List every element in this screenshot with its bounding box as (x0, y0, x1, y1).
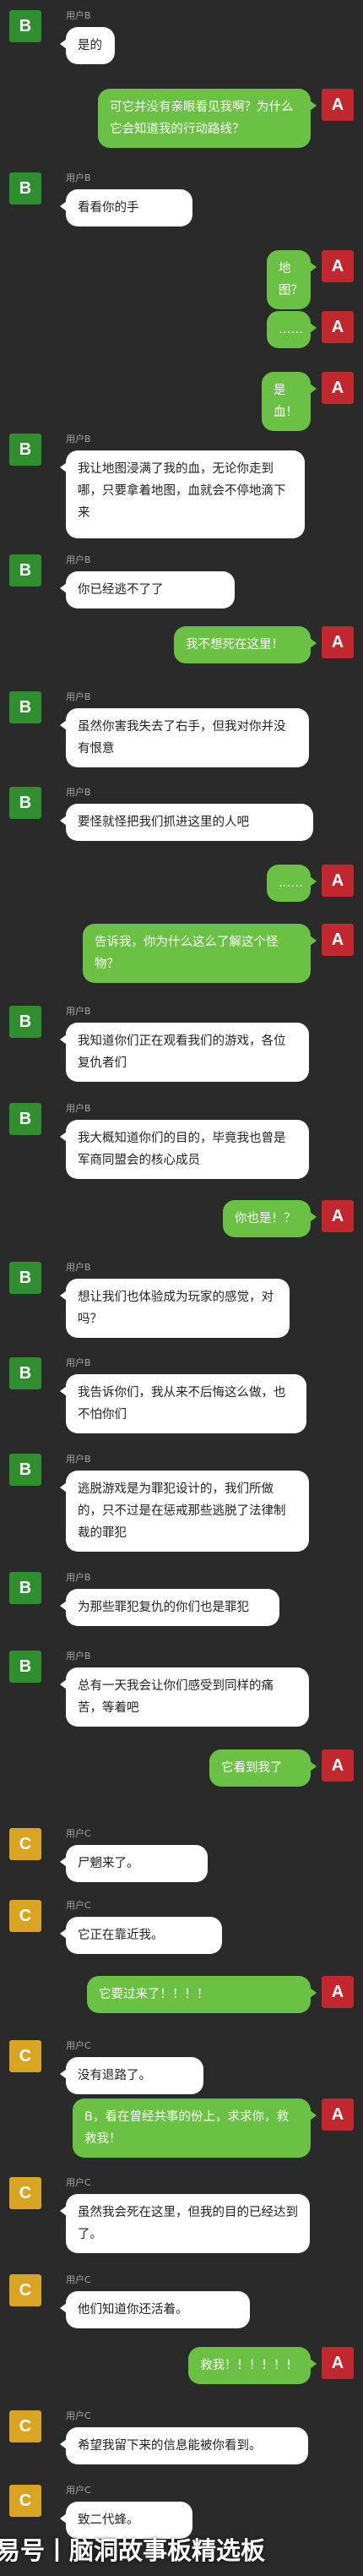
avatar[interactable]: A (322, 311, 354, 343)
sender-name: 用户C (66, 2274, 91, 2285)
avatar[interactable]: B (9, 1357, 41, 1389)
avatar[interactable]: C (9, 1828, 41, 1860)
avatar[interactable]: C (9, 2040, 41, 2072)
avatar[interactable]: B (9, 1651, 41, 1683)
avatar[interactable]: B (9, 434, 41, 466)
message-bubble: …… (267, 311, 317, 348)
sender-name: 用户B (66, 1262, 91, 1273)
avatar[interactable]: A (322, 865, 354, 897)
avatar[interactable]: A (322, 250, 354, 282)
sender-name: 用户B (66, 1006, 91, 1017)
message-bubble: 可它并没有亲眼看见我啊？为什么它会知道我的行动路线？ (98, 89, 317, 148)
message-bubble: B，看在曾经共事的份上，求求你，救救我！ (73, 2098, 317, 2158)
avatar[interactable]: B (9, 787, 41, 819)
message-bubble: 我大概知道你们的目的，毕竟我也曾是军商同盟会的核心成员 (60, 1120, 309, 1179)
message-bubble: 总有一天我会让你们感受到同样的痛苦，等着吧 (60, 1667, 309, 1727)
avatar[interactable]: B (9, 1006, 41, 1038)
avatar[interactable]: A (322, 1749, 354, 1782)
message-bubble: 是血！ (262, 372, 317, 431)
sender-name: 用户B (66, 10, 91, 21)
message-bubble: 是的 (60, 27, 115, 64)
sender-name: 用户C (66, 2410, 91, 2421)
message-bubble: 他们知道你还活着。 (60, 2291, 250, 2328)
avatar[interactable]: C (9, 2274, 41, 2306)
sender-name: 用户B (66, 1572, 91, 1583)
sender-name: 用户B (66, 1357, 91, 1368)
avatar[interactable]: C (9, 2410, 41, 2442)
message-bubble: 我不想死在这里！ (174, 626, 317, 663)
sender-name: 用户C (66, 2485, 91, 2496)
message-bubble: 看看你的手 (60, 189, 192, 226)
avatar[interactable]: A (322, 626, 354, 658)
avatar[interactable]: A (322, 89, 354, 121)
message-bubble: 我告诉你们，我从来不后悔这么做，也不怕你们 (60, 1374, 306, 1433)
sender-name: 用户B (66, 1454, 91, 1465)
avatar[interactable]: B (9, 1103, 41, 1135)
avatar[interactable]: A (322, 372, 354, 404)
sender-name: 用户B (66, 434, 91, 445)
sender-name: 用户B (66, 172, 91, 183)
sender-name: 用户C (66, 1900, 91, 1911)
message-bubble: 救我！！！！！！ (188, 2347, 317, 2384)
message-bubble: 我让地图浸满了我的血，无论你走到哪，只要拿着地图，血就会不停地滴下来 (60, 450, 305, 538)
sender-name: 用户C (66, 2040, 91, 2051)
avatar[interactable]: B (9, 1572, 41, 1604)
avatar[interactable]: B (9, 554, 41, 587)
avatar[interactable]: C (9, 2177, 41, 2209)
message-bubble: 尸魍来了。 (60, 1845, 208, 1882)
avatar[interactable]: B (9, 10, 41, 42)
avatar[interactable]: A (322, 1200, 354, 1232)
message-bubble: 希望我留下来的信息能被你看到。 (60, 2427, 308, 2464)
avatar[interactable]: A (322, 1976, 354, 2008)
sender-name: 用户C (66, 1828, 91, 1839)
sender-name: 用户C (66, 2177, 91, 2188)
message-bubble: 想让我们也体验成为玩家的感觉，对吗？ (60, 1279, 290, 1338)
avatar[interactable]: A (322, 2098, 354, 2131)
message-bubble: 告诉我，你为什么这么了解这个怪物？ (83, 924, 317, 983)
avatar[interactable]: A (322, 924, 354, 956)
avatar[interactable]: B (9, 172, 41, 205)
watermark-text: 网易号丨脑洞故事板精选板 (0, 2536, 266, 2565)
message-bubble: 要怪就怪把我们抓进这里的人吧 (60, 804, 313, 841)
message-bubble: 你已经逃不了了 (60, 571, 235, 609)
message-bubble: 它要过来了！！！！ (87, 1976, 317, 2013)
message-bubble: 为那些罪犯复仇的你们也是罪犯 (60, 1589, 279, 1626)
sender-name: 用户B (66, 554, 91, 565)
sender-name: 用户B (66, 1651, 91, 1662)
message-bubble: 逃脱游戏是为罪犯设计的，我们所做的，只不过是在惩戒那些逃脱了法律制裁的罪犯 (60, 1471, 309, 1552)
avatar[interactable]: B (9, 1262, 41, 1294)
message-bubble: 它看到我了 (209, 1749, 317, 1787)
avatar[interactable]: B (9, 1454, 41, 1486)
avatar[interactable]: B (9, 691, 41, 723)
message-bubble: 没有退路了。 (60, 2057, 203, 2094)
avatar[interactable]: C (9, 1900, 41, 1932)
watermark: 网易号丨脑洞故事板精选板 (0, 2525, 363, 2576)
sender-name: 用户B (66, 691, 91, 702)
sender-name: 用户B (66, 787, 91, 798)
message-bubble: 虽然我会死在这里，但我的目的已经达到了。 (60, 2194, 310, 2253)
avatar[interactable]: C (9, 2485, 41, 2517)
sender-name: 用户B (66, 1103, 91, 1114)
message-bubble: 我知道你们正在观看我们的游戏，各位复仇者们 (60, 1023, 309, 1082)
message-bubble: 虽然你害我失去了右手，但我对你并没有恨意 (60, 708, 309, 767)
message-bubble: …… (267, 865, 317, 902)
message-bubble: 你也是！？ (223, 1200, 317, 1237)
message-bubble: 它正在靠近我。 (60, 1917, 222, 1954)
avatar[interactable]: A (322, 2347, 354, 2379)
message-bubble: 地图？ (267, 250, 317, 309)
